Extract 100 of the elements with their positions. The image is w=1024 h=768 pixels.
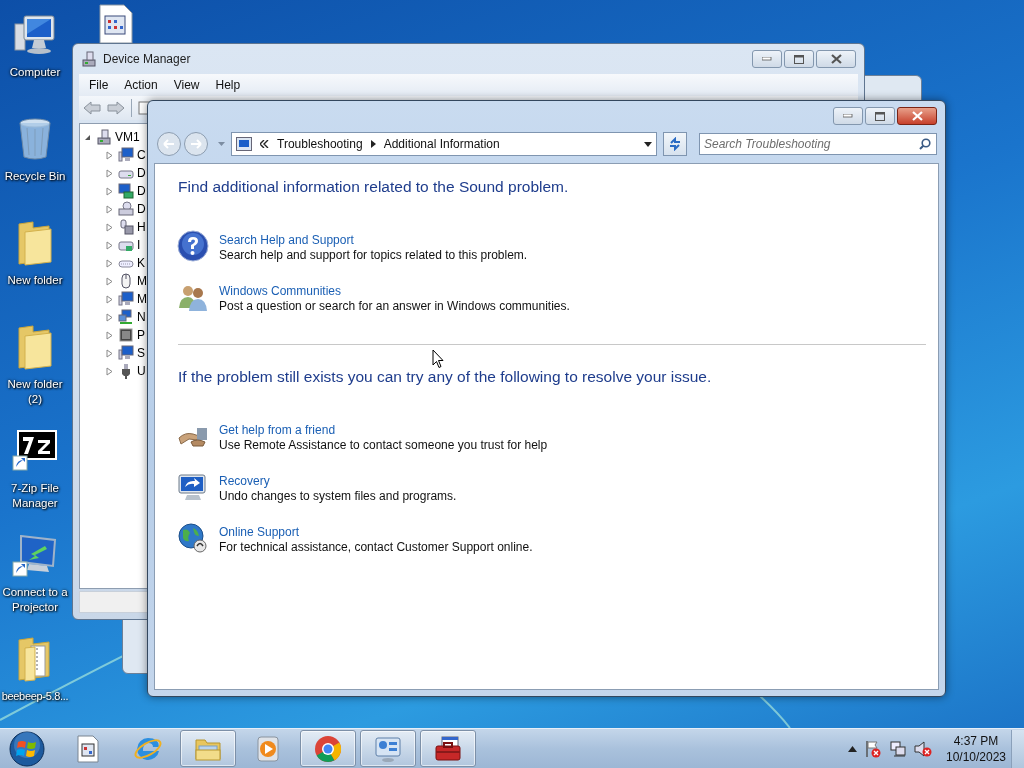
toolbox-icon[interactable] bbox=[433, 733, 463, 764]
menu-item[interactable]: Action bbox=[116, 78, 166, 92]
start-button-icon[interactable] bbox=[8, 730, 46, 768]
task-link[interactable]: Online Support bbox=[219, 525, 300, 540]
breadcrumb-link[interactable]: Additional Information bbox=[383, 137, 500, 151]
collapsed-triangle-icon[interactable] bbox=[106, 222, 113, 232]
chrome-icon[interactable] bbox=[313, 733, 343, 764]
menu-item[interactable]: File bbox=[81, 78, 117, 92]
desktop-icon-label: Recycle Bin bbox=[3, 169, 67, 184]
display-icon bbox=[118, 183, 134, 199]
desktop-shortcut[interactable]: New folder (2) bbox=[0, 320, 70, 424]
maximize-button[interactable] bbox=[865, 107, 895, 125]
task-link[interactable]: Windows Communities bbox=[219, 284, 342, 299]
game-controller-icon bbox=[118, 219, 134, 235]
tree-item[interactable]: P bbox=[137, 328, 145, 342]
close-button[interactable] bbox=[897, 107, 937, 125]
maximize-icon bbox=[794, 54, 804, 64]
archiver-shortcut-icon bbox=[11, 428, 59, 474]
tree-item[interactable]: S bbox=[137, 346, 145, 360]
collapsed-triangle-icon[interactable] bbox=[106, 168, 113, 178]
tree-item[interactable]: D bbox=[137, 166, 146, 180]
chip-icon bbox=[118, 327, 134, 343]
menu-item[interactable]: Help bbox=[207, 78, 249, 92]
expanded-triangle-icon[interactable] bbox=[84, 133, 91, 141]
desktop-shortcut[interactable]: beebeep-5.8... bbox=[0, 632, 70, 726]
search-field[interactable]: Search Troubleshooting bbox=[699, 133, 937, 155]
maximize-button[interactable] bbox=[784, 50, 814, 68]
mouse-icon bbox=[118, 273, 134, 289]
collapsed-triangle-icon[interactable] bbox=[106, 204, 113, 214]
folder-icon bbox=[15, 220, 55, 266]
window-title: Device Manager bbox=[103, 52, 192, 66]
tree-item[interactable]: D bbox=[137, 202, 146, 216]
desktop-shortcut[interactable]: 7-Zip File Manager bbox=[0, 424, 70, 528]
taskbar-button[interactable] bbox=[420, 730, 476, 767]
desktop-shortcut[interactable]: New folder bbox=[0, 216, 70, 320]
back-arrow-icon[interactable] bbox=[83, 101, 101, 115]
tree-item[interactable]: C bbox=[137, 148, 146, 162]
tree-item[interactable]: VM1 bbox=[115, 130, 140, 144]
tree-item[interactable]: M bbox=[137, 292, 147, 306]
globe-icon bbox=[177, 522, 209, 554]
desktop-shortcut[interactable] bbox=[96, 4, 136, 44]
desktop-shortcut[interactable]: Connect to a Projector bbox=[0, 528, 70, 632]
task-link[interactable]: Get help from a friend bbox=[219, 423, 336, 438]
monitor-shortcut-icon bbox=[11, 532, 59, 578]
minimize-icon bbox=[843, 114, 853, 118]
search-icon[interactable] bbox=[919, 138, 931, 150]
clock[interactable]: 4:37 PM 10/10/2023 bbox=[945, 733, 1007, 765]
tree-item[interactable]: U bbox=[137, 364, 146, 378]
show-hidden-icons-caret-icon[interactable] bbox=[848, 746, 857, 752]
menu-item[interactable]: View bbox=[165, 78, 208, 92]
refresh-button[interactable] bbox=[663, 132, 687, 156]
close-button[interactable] bbox=[816, 50, 856, 68]
maximize-icon bbox=[875, 111, 885, 121]
desktop-icon-label: 7-Zip File Manager bbox=[10, 481, 60, 511]
desktop-shortcut[interactable]: Recycle Bin bbox=[0, 112, 70, 216]
show-desktop-button[interactable] bbox=[1011, 730, 1024, 768]
refresh-icon bbox=[668, 137, 682, 151]
tree-item[interactable]: I bbox=[137, 238, 141, 252]
clock-date: 10/10/2023 bbox=[945, 749, 1007, 765]
monitor-icon bbox=[118, 291, 134, 307]
network-icon bbox=[118, 309, 134, 325]
tree-item[interactable]: K bbox=[137, 256, 145, 270]
clock-time: 4:37 PM bbox=[953, 733, 999, 749]
collapsed-triangle-icon[interactable] bbox=[106, 330, 113, 340]
desktop-icon-label: Computer bbox=[8, 65, 62, 80]
desktop-icon-label: beebeep-5.8... bbox=[1, 689, 69, 704]
speaker-muted-icon[interactable] bbox=[914, 740, 932, 758]
collapsed-triangle-icon[interactable] bbox=[106, 366, 113, 376]
help-icon bbox=[177, 230, 209, 262]
tree-item[interactable]: N bbox=[137, 310, 146, 324]
collapsed-triangle-icon[interactable] bbox=[106, 186, 113, 196]
tree-item[interactable]: D bbox=[137, 184, 146, 198]
mouse-pointer-icon bbox=[432, 349, 444, 369]
minimize-icon bbox=[762, 57, 772, 61]
section-heading: Find additional information related to the Sound problem. bbox=[178, 178, 570, 196]
collapsed-triangle-icon[interactable] bbox=[106, 258, 113, 268]
link-description: Use Remote Assistance to contact someone you trust for help bbox=[219, 438, 548, 453]
task-link[interactable]: Search Help and Support bbox=[219, 233, 354, 248]
network-icon[interactable] bbox=[889, 740, 907, 758]
collapsed-triangle-icon[interactable] bbox=[106, 276, 113, 286]
desktop-icon-label: New folder bbox=[6, 273, 64, 288]
desktop-shortcut[interactable]: Computer bbox=[0, 8, 70, 112]
monitor-restore-icon bbox=[177, 471, 209, 503]
window-icon bbox=[236, 137, 252, 151]
dropdown-caret-icon[interactable] bbox=[644, 141, 652, 147]
task-link[interactable]: Recovery bbox=[219, 474, 270, 489]
collapsed-triangle-icon[interactable] bbox=[106, 294, 113, 304]
folder-icon bbox=[15, 324, 55, 370]
collapsed-triangle-icon[interactable] bbox=[106, 348, 113, 358]
link-description: Undo changes to system files and programs. bbox=[219, 489, 457, 504]
address-bar[interactable]: Troubleshooting Additional Information bbox=[231, 132, 657, 156]
flag-error-icon[interactable] bbox=[864, 740, 882, 758]
tree-item[interactable]: H bbox=[137, 220, 146, 234]
close-icon bbox=[830, 54, 842, 64]
breadcrumb-link[interactable]: Troubleshooting bbox=[277, 137, 363, 151]
collapsed-triangle-icon[interactable] bbox=[106, 312, 113, 322]
tree-item[interactable]: M bbox=[137, 274, 147, 288]
collapsed-triangle-icon[interactable] bbox=[106, 240, 113, 250]
forward-arrow-icon[interactable] bbox=[107, 101, 125, 115]
collapsed-triangle-icon[interactable] bbox=[106, 150, 113, 160]
